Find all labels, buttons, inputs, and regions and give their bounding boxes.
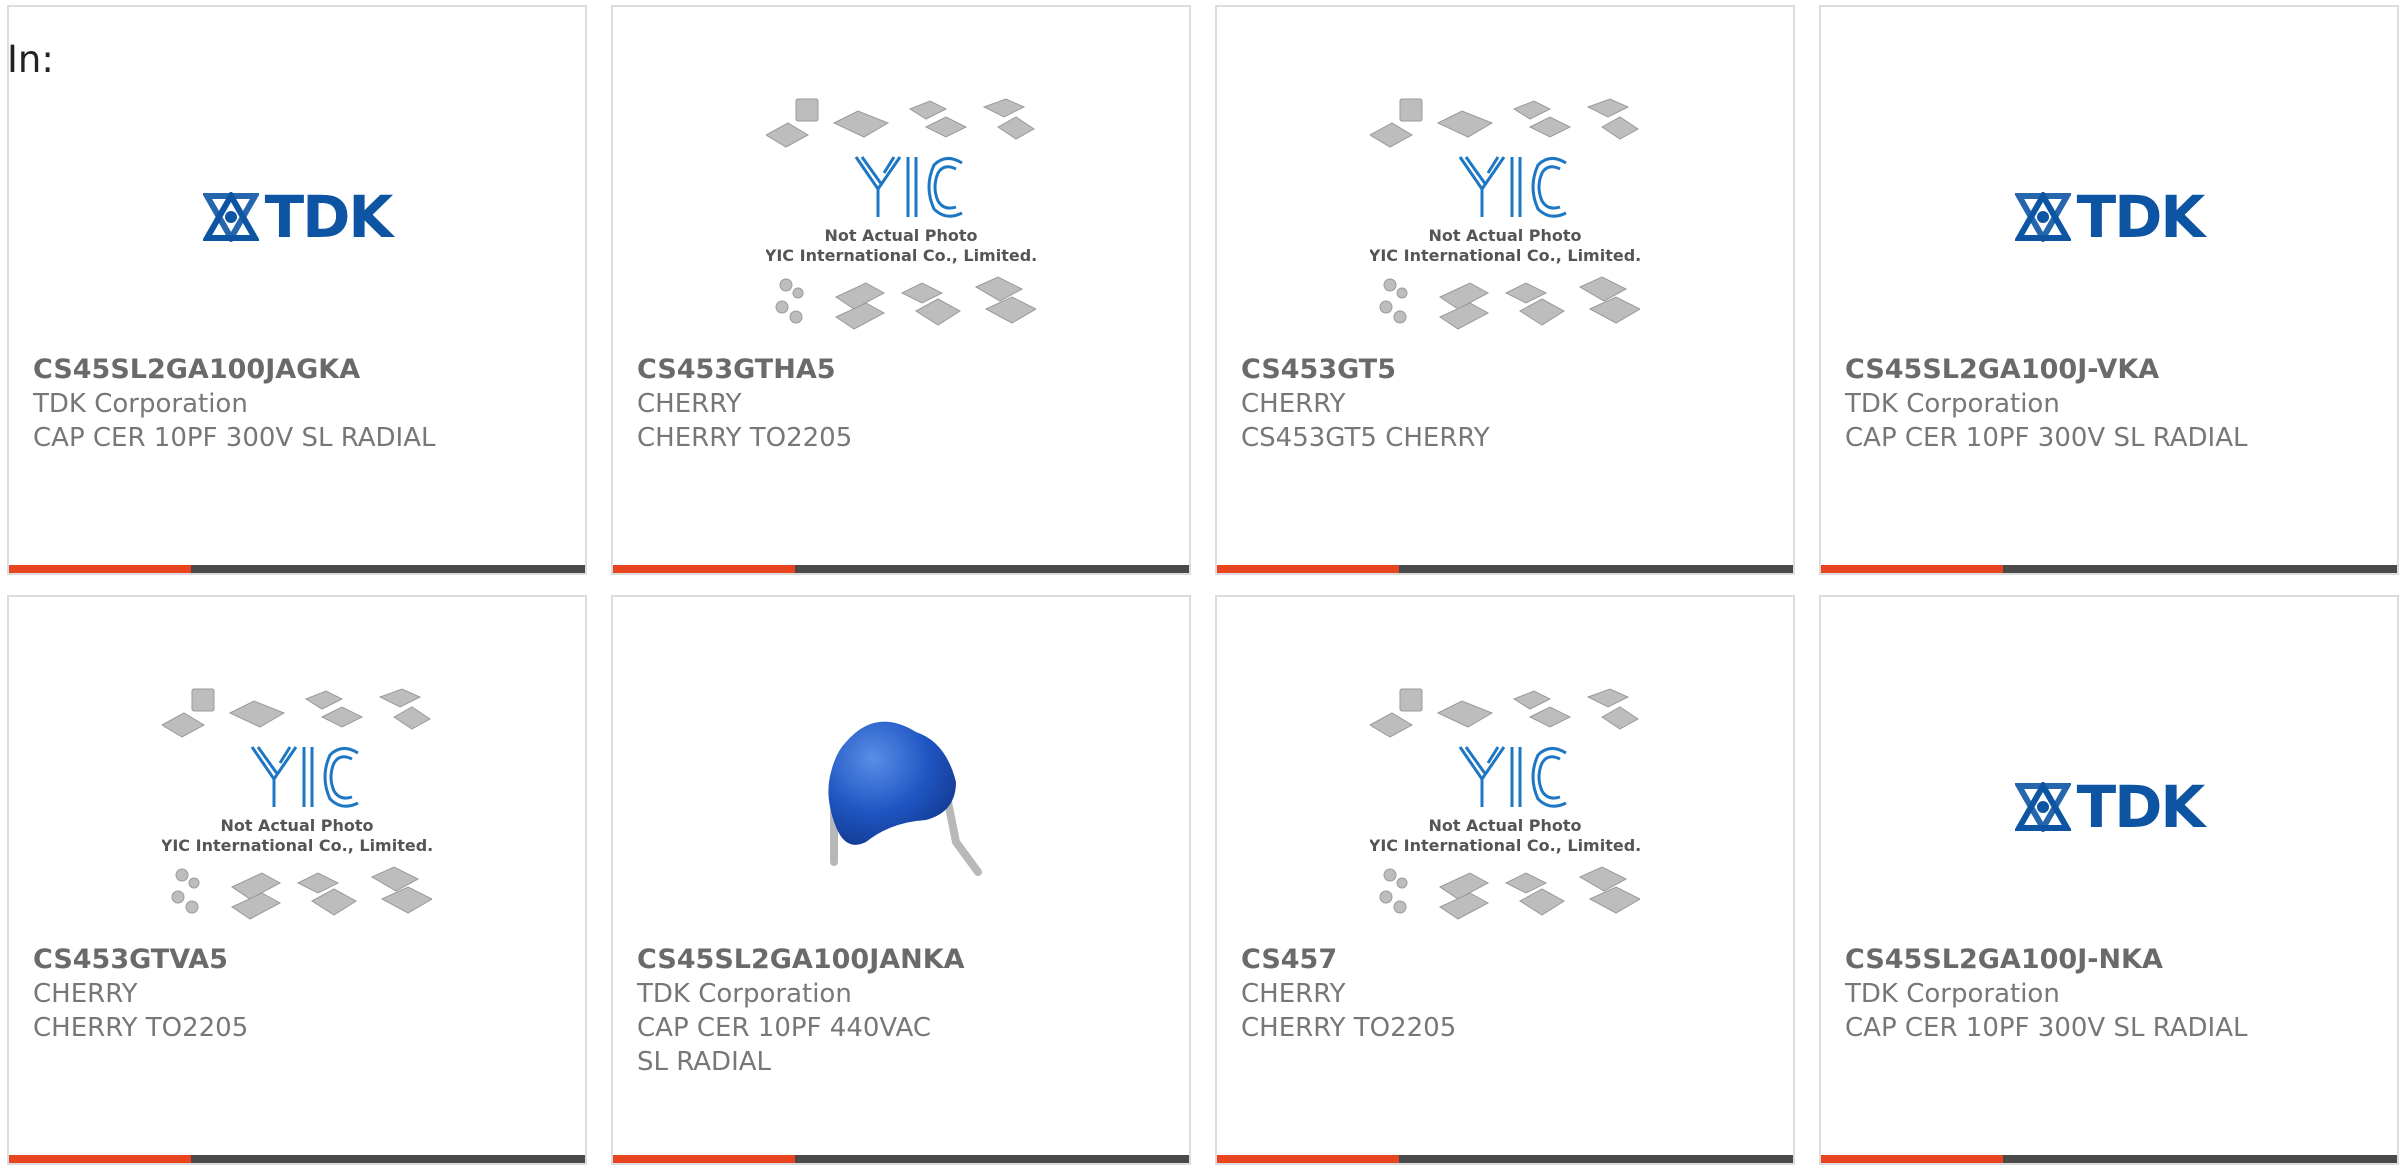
part-number[interactable]: CS453GT5: [1241, 353, 1651, 387]
product-card[interactable]: Not Actual Photo YIC International Co., …: [1215, 5, 1795, 575]
yic-not-actual-photo: Not Actual Photo YIC International Co., …: [766, 98, 1036, 330]
product-image: Not Actual Photo YIC International Co., …: [9, 677, 585, 937]
description: CHERRY TO2205: [1241, 1013, 1457, 1043]
product-card[interactable]: Not Actual Photo YIC International Co., …: [611, 5, 1191, 575]
part-number[interactable]: CS45SL2GA100J-VKA: [1845, 353, 2255, 387]
card-bottom-bar: [9, 565, 585, 573]
description: CHERRY TO2205: [637, 423, 853, 453]
card-bottom-bar: [1217, 565, 1793, 573]
tdk-logo: TDK: [2014, 188, 2205, 246]
product-card[interactable]: TDK CS45SL2GA100J-VKA TDK Corporation CA…: [1819, 5, 2399, 575]
card-bottom-bar: [1821, 565, 2397, 573]
product-image: Not Actual Photo YIC International Co., …: [1217, 677, 1793, 937]
card-bottom-bar: [1821, 1155, 2397, 1163]
part-number[interactable]: CS45SL2GA100J-NKA: [1845, 943, 2255, 977]
manufacturer: CHERRY: [637, 389, 742, 419]
image-caption-1: Not Actual Photo: [1428, 226, 1581, 245]
blue-ceramic-capacitor-photo: [828, 721, 982, 876]
image-caption-2: YIC International Co., Limited.: [162, 836, 432, 855]
card-accent: [613, 1155, 795, 1163]
product-card[interactable]: TDK CS45SL2GA100J-NKA TDK Corporation CA…: [1819, 595, 2399, 1165]
description: CHERRY TO2205: [33, 1013, 249, 1043]
card-bottom-bar: [1217, 1155, 1793, 1163]
product-card[interactable]: Not Actual Photo YIC International Co., …: [7, 595, 587, 1165]
card-bottom-bar: [9, 1155, 585, 1163]
manufacturer: CHERRY: [1241, 979, 1346, 1009]
image-caption-2: YIC International Co., Limited.: [1370, 836, 1640, 855]
part-number[interactable]: CS45SL2GA100JANKA: [637, 943, 1047, 977]
product-image: TDK: [1821, 87, 2397, 347]
description: CAP CER 10PF 440VAC SL RADIAL: [637, 1013, 932, 1077]
image-caption-2: YIC International Co., Limited.: [1370, 246, 1640, 265]
description: CAP CER 10PF 300V SL RADIAL: [1845, 1013, 2248, 1043]
card-bottom-bar: [613, 565, 1189, 573]
card-accent: [613, 565, 795, 573]
description: CAP CER 10PF 300V SL RADIAL: [33, 423, 436, 453]
image-caption-2: YIC International Co., Limited.: [766, 246, 1036, 265]
card-bottom-bar: [613, 1155, 1189, 1163]
card-accent: [1217, 1155, 1399, 1163]
manufacturer: TDK Corporation: [1845, 389, 2060, 419]
card-accent: [1821, 565, 2003, 573]
card-accent: [1821, 1155, 2003, 1163]
product-card[interactable]: TDK CS45SL2GA100JAGKA TDK Corporation CA…: [7, 5, 587, 575]
description: CS453GT5 CHERRY: [1241, 423, 1490, 453]
manufacturer: CHERRY: [33, 979, 138, 1009]
product-image: [613, 677, 1189, 937]
manufacturer: TDK Corporation: [33, 389, 248, 419]
product-grid: TDK CS45SL2GA100JAGKA TDK Corporation CA…: [7, 5, 2400, 1165]
description: CAP CER 10PF 300V SL RADIAL: [1845, 423, 2248, 453]
tdk-logo: TDK: [202, 188, 393, 246]
image-caption-1: Not Actual Photo: [220, 816, 373, 835]
product-image: Not Actual Photo YIC International Co., …: [613, 87, 1189, 347]
product-image: Not Actual Photo YIC International Co., …: [1217, 87, 1793, 347]
part-number[interactable]: CS457: [1241, 943, 1651, 977]
card-accent: [9, 565, 191, 573]
tdk-logo: TDK: [2014, 778, 2205, 836]
in-label: In:: [7, 38, 54, 81]
card-accent: [9, 1155, 191, 1163]
product-image: TDK: [9, 87, 585, 347]
part-number[interactable]: CS45SL2GA100JAGKA: [33, 353, 443, 387]
image-caption-1: Not Actual Photo: [824, 226, 977, 245]
image-caption-1: Not Actual Photo: [1428, 816, 1581, 835]
yic-not-actual-photo: Not Actual Photo YIC International Co., …: [162, 688, 432, 920]
product-card[interactable]: CS45SL2GA100JANKA TDK Corporation CAP CE…: [611, 595, 1191, 1165]
part-number[interactable]: CS453GTHA5: [637, 353, 1047, 387]
manufacturer: TDK Corporation: [637, 979, 852, 1009]
manufacturer: CHERRY: [1241, 389, 1346, 419]
part-number[interactable]: CS453GTVA5: [33, 943, 443, 977]
product-card[interactable]: Not Actual Photo YIC International Co., …: [1215, 595, 1795, 1165]
yic-not-actual-photo: Not Actual Photo YIC International Co., …: [1370, 98, 1640, 330]
yic-not-actual-photo: Not Actual Photo YIC International Co., …: [1370, 688, 1640, 920]
card-accent: [1217, 565, 1399, 573]
manufacturer: TDK Corporation: [1845, 979, 2060, 1009]
product-image: TDK: [1821, 677, 2397, 937]
